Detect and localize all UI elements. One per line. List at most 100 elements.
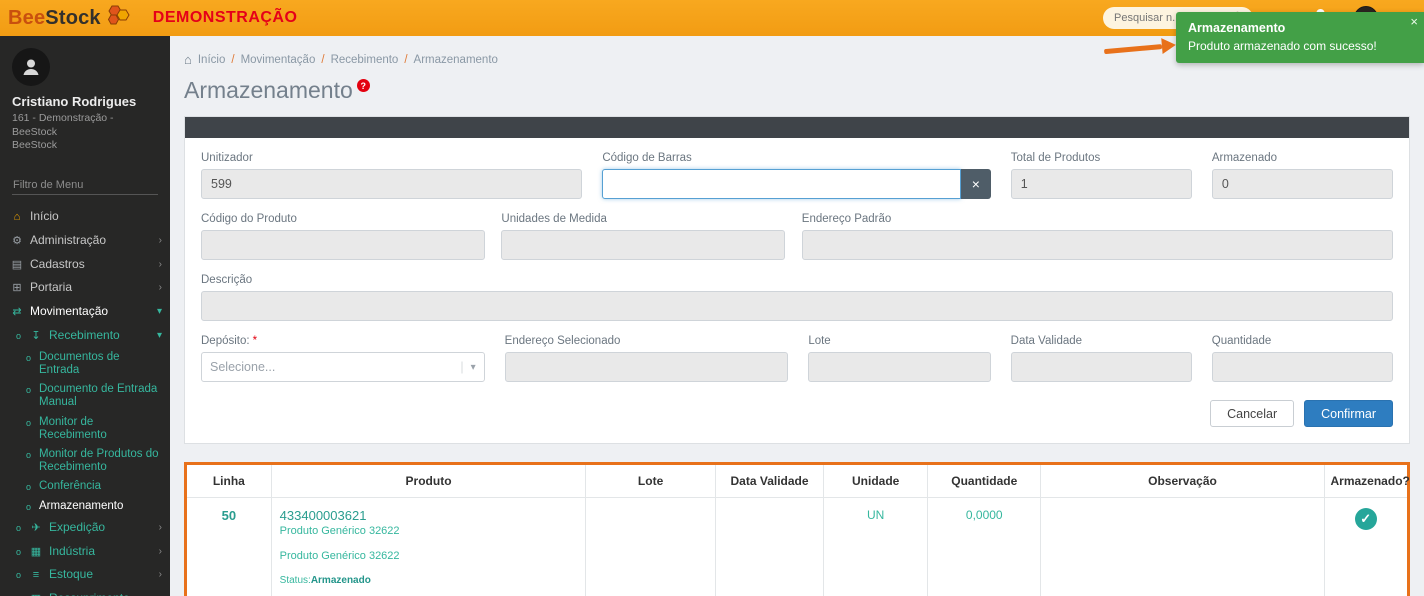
unitizador-input[interactable]	[201, 169, 582, 199]
user-org-line2: BeeStock	[12, 139, 57, 151]
menu-filter	[0, 157, 170, 205]
breadcrumb-recebimento[interactable]: Recebimento	[331, 54, 399, 66]
sidebar-item-expedicao[interactable]: o ✈ Expedição ›	[0, 516, 170, 540]
breadcrumb-inicio[interactable]: Início	[198, 54, 226, 66]
unidades-medida-label: Unidades de Medida	[501, 213, 785, 225]
quantidade-input[interactable]	[1212, 352, 1393, 382]
page-title: Armazenamento	[184, 77, 353, 104]
product-name: Produto Genérico 32622	[280, 525, 578, 537]
bullet-icon: o	[16, 523, 23, 533]
field-unitizador: Unitizador	[201, 152, 582, 199]
deposito-selected-value: Selecione...	[210, 360, 460, 374]
sidebar-item-movimentacao[interactable]: ⇄ Movimentação ▾	[0, 300, 170, 324]
field-armazenado: Armazenado	[1212, 152, 1393, 199]
sidebar-item-ressuprimento[interactable]: o ▩ Ressuprimento ›	[0, 587, 170, 596]
chevron-down-icon: ▾	[157, 330, 162, 342]
confirm-button[interactable]: Confirmar	[1304, 400, 1393, 427]
toast-message: Produto armazenado com sucesso!	[1188, 39, 1402, 53]
sidebar-item-armazenamento[interactable]: o Armazenamento	[0, 497, 170, 516]
clear-barcode-button[interactable]: ×	[961, 169, 991, 199]
brand-bee: Bee	[8, 7, 45, 30]
chevron-right-icon: ›	[159, 259, 162, 271]
header-lote: Lote	[586, 465, 715, 498]
chevron-right-icon: ›	[159, 522, 162, 534]
field-lote: Lote	[808, 335, 990, 382]
field-data-validade: Data Validade	[1011, 335, 1192, 382]
data-validade-input[interactable]	[1011, 352, 1192, 382]
codigo-barras-input[interactable]	[602, 169, 961, 199]
endereco-selecionado-input[interactable]	[505, 352, 789, 382]
annotation-arrow-shaft	[1104, 44, 1162, 54]
list-icon: ≡	[29, 569, 43, 582]
product-code-link[interactable]: 433400003621	[280, 508, 578, 523]
toast-close-icon[interactable]: ×	[1410, 15, 1418, 28]
field-codigo-barras: Código de Barras ×	[602, 152, 991, 199]
products-table: Linha Produto Lote Data Validade Unidade…	[187, 465, 1407, 596]
total-produtos-input[interactable]	[1011, 169, 1192, 199]
sidebar-item-industria[interactable]: o ▦ Indústria ›	[0, 540, 170, 564]
cell-observacao	[1041, 498, 1324, 596]
toast-notification: × Armazenamento Produto armazenado com s…	[1176, 12, 1424, 63]
lote-input[interactable]	[808, 352, 990, 382]
chevron-right-icon: ›	[159, 569, 162, 581]
caret-down-icon: ▾	[471, 362, 476, 373]
field-total-produtos: Total de Produtos	[1011, 152, 1192, 199]
sidebar-item-documento-de-entrada-manual[interactable]: o Documento de Entrada Manual	[0, 380, 170, 412]
table-header-row: Linha Produto Lote Data Validade Unidade…	[187, 465, 1407, 498]
header-linha: Linha	[187, 465, 271, 498]
chevron-right-icon: ›	[159, 235, 162, 247]
table-row: 50 433400003621 Produto Genérico 32622 P…	[187, 498, 1407, 596]
menu-filter-input[interactable]	[12, 176, 158, 195]
table-icon: ▤	[10, 259, 24, 272]
status-value: Armazenado	[311, 575, 371, 586]
swap-arrows-icon: ⇄	[10, 306, 24, 319]
sidebar-item-cadastros[interactable]: ▤ Cadastros ›	[0, 253, 170, 277]
gear-icon: ⚙	[10, 235, 24, 248]
descricao-input[interactable]	[201, 291, 1393, 321]
form-row-2: Código do Produto Unidades de Medida End…	[201, 213, 1393, 260]
user-avatar-icon[interactable]	[12, 48, 50, 86]
page-title-row: Armazenamento ?	[184, 77, 1410, 104]
deposito-label: Depósito:*	[201, 335, 485, 347]
sidebar-item-estoque[interactable]: o ≡ Estoque ›	[0, 563, 170, 587]
brand-logo[interactable]: BeeStock	[8, 4, 131, 32]
field-codigo-produto: Código do Produto	[201, 213, 485, 260]
bullet-icon: o	[26, 482, 33, 492]
sidebar-item-documentos-de-entrada[interactable]: o Documentos de Entrada	[0, 348, 170, 380]
card-header-bar[interactable]	[185, 117, 1409, 138]
armazenado-label: Armazenado	[1212, 152, 1393, 164]
field-quantidade: Quantidade	[1212, 335, 1393, 382]
truck-icon: ⊞	[10, 282, 24, 295]
card-body: Unitizador Código de Barras × Total de P…	[185, 138, 1409, 443]
armazenado-input[interactable]	[1212, 169, 1393, 199]
sidebar-item-inicio[interactable]: ⌂ Início	[0, 205, 170, 229]
sidebar-item-conferencia[interactable]: o Conferência	[0, 477, 170, 496]
bullet-icon: o	[26, 418, 33, 428]
breadcrumb-separator: /	[231, 54, 234, 66]
sidebar-item-monitor-de-recebimento[interactable]: o Monitor de Recebimento	[0, 413, 170, 445]
hexagon-logo-icon	[105, 4, 131, 32]
check-icon: ✓	[1355, 508, 1377, 530]
endereco-padrao-input[interactable]	[802, 230, 1393, 260]
bullet-icon: o	[26, 353, 33, 363]
deposito-select[interactable]: Selecione... | ▾	[201, 352, 485, 382]
sidebar-user-block: Cristiano Rodrigues 161 - Demonstração -…	[0, 36, 170, 157]
bullet-icon: o	[16, 570, 23, 580]
factory-icon: ▦	[29, 546, 43, 559]
cell-linha: 50	[187, 498, 271, 596]
chevron-down-icon: ▾	[157, 306, 162, 318]
product-name-2: Produto Genérico 32622	[280, 550, 578, 562]
field-endereco-padrao: Endereço Padrão	[802, 213, 1393, 260]
cancel-button[interactable]: Cancelar	[1210, 400, 1294, 427]
sidebar-item-recebimento[interactable]: o ↧ Recebimento ▾	[0, 324, 170, 348]
sidebar-item-monitor-de-produtos[interactable]: o Monitor de Produtos do Recebimento	[0, 445, 170, 477]
cell-data-validade	[715, 498, 824, 596]
breadcrumb-separator: /	[404, 54, 407, 66]
codigo-produto-input[interactable]	[201, 230, 485, 260]
sidebar-item-portaria[interactable]: ⊞ Portaria ›	[0, 276, 170, 300]
help-icon[interactable]: ?	[357, 79, 370, 92]
breadcrumb-movimentacao[interactable]: Movimentação	[241, 54, 316, 66]
sidebar-item-administracao[interactable]: ⚙ Administração ›	[0, 229, 170, 253]
inbox-icon: ↧	[29, 330, 43, 343]
unidades-medida-input[interactable]	[501, 230, 785, 260]
